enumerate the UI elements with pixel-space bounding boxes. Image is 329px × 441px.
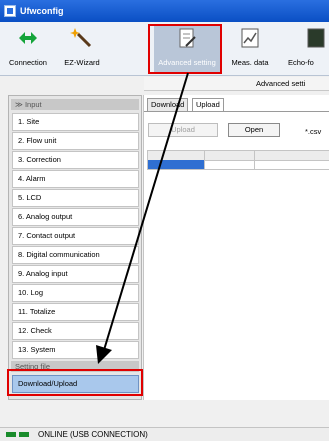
tab-download[interactable]: Download xyxy=(147,98,189,111)
window-title: Ufwconfig xyxy=(20,6,64,16)
sidebar-item-analog-output[interactable]: 6. Analog output xyxy=(12,208,139,226)
subheader: Advanced setti xyxy=(144,77,329,91)
sidebar-item-site[interactable]: 1. Site xyxy=(12,113,139,131)
connection-button[interactable]: Connection xyxy=(6,24,50,72)
upload-button[interactable]: Upload xyxy=(148,123,218,137)
data-grid[interactable] xyxy=(147,150,329,170)
sidebar: ≫ Input 1. Site 2. Flow unit 3. Correcti… xyxy=(8,95,142,400)
sidebar-item-flow-unit[interactable]: 2. Flow unit xyxy=(12,132,139,150)
connection-status: ONLINE (USB CONNECTION) xyxy=(38,430,148,439)
sidebar-item-lcd[interactable]: 5. LCD xyxy=(12,189,139,207)
tab-upload[interactable]: Upload xyxy=(192,98,224,112)
chart-icon xyxy=(241,28,259,48)
sidebar-item-alarm[interactable]: 4. Alarm xyxy=(12,170,139,188)
status-bar: ONLINE (USB CONNECTION) xyxy=(0,427,329,441)
sidebar-item-log[interactable]: 10. Log xyxy=(12,284,139,302)
connection-arrows-icon xyxy=(19,32,37,44)
echo-form-label: Echo-fo xyxy=(288,58,314,67)
title-bar: Ufwconfig xyxy=(0,0,329,22)
ez-wizard-button[interactable]: EZ-Wizard xyxy=(60,24,104,72)
connection-label: Connection xyxy=(9,58,47,67)
meas-data-label: Meas. data xyxy=(231,58,269,67)
status-led-1 xyxy=(6,432,16,437)
tab-divider xyxy=(144,111,329,112)
echo-form-button[interactable]: Echo-fo xyxy=(282,24,329,72)
status-led-2 xyxy=(19,432,29,437)
sidebar-item-totalize[interactable]: 11. Totalize xyxy=(12,303,139,321)
grid-selected-cell[interactable] xyxy=(148,160,204,169)
sidebar-item-analog-input[interactable]: 9. Analog input xyxy=(12,265,139,283)
group-header-input[interactable]: ≫ Input xyxy=(11,99,139,110)
sidebar-item-system[interactable]: 13. System xyxy=(12,341,139,359)
advanced-setting-highlight xyxy=(148,24,222,74)
wizard-wand-icon xyxy=(70,28,92,48)
open-button[interactable]: Open xyxy=(228,123,280,137)
sidebar-item-check[interactable]: 12. Check xyxy=(12,322,139,340)
group-label-input: Input xyxy=(24,100,42,109)
sidebar-item-correction[interactable]: 3. Correction xyxy=(12,151,139,169)
download-upload-highlight xyxy=(7,369,143,396)
ez-wizard-label: EZ-Wizard xyxy=(64,58,100,67)
echo-icon xyxy=(307,28,324,48)
app-icon xyxy=(4,5,16,17)
sidebar-item-digital-communication[interactable]: 8. Digital communication xyxy=(12,246,139,264)
file-extension-label: *.csv xyxy=(305,127,322,136)
main-panel: Download Upload Upload Open xyxy=(143,95,329,400)
meas-data-button[interactable]: Meas. data xyxy=(228,24,272,72)
collapse-icon: ≫ xyxy=(15,100,25,109)
subheader-title: Advanced setti xyxy=(256,79,306,88)
sidebar-item-contact-output[interactable]: 7. Contact output xyxy=(12,227,139,245)
